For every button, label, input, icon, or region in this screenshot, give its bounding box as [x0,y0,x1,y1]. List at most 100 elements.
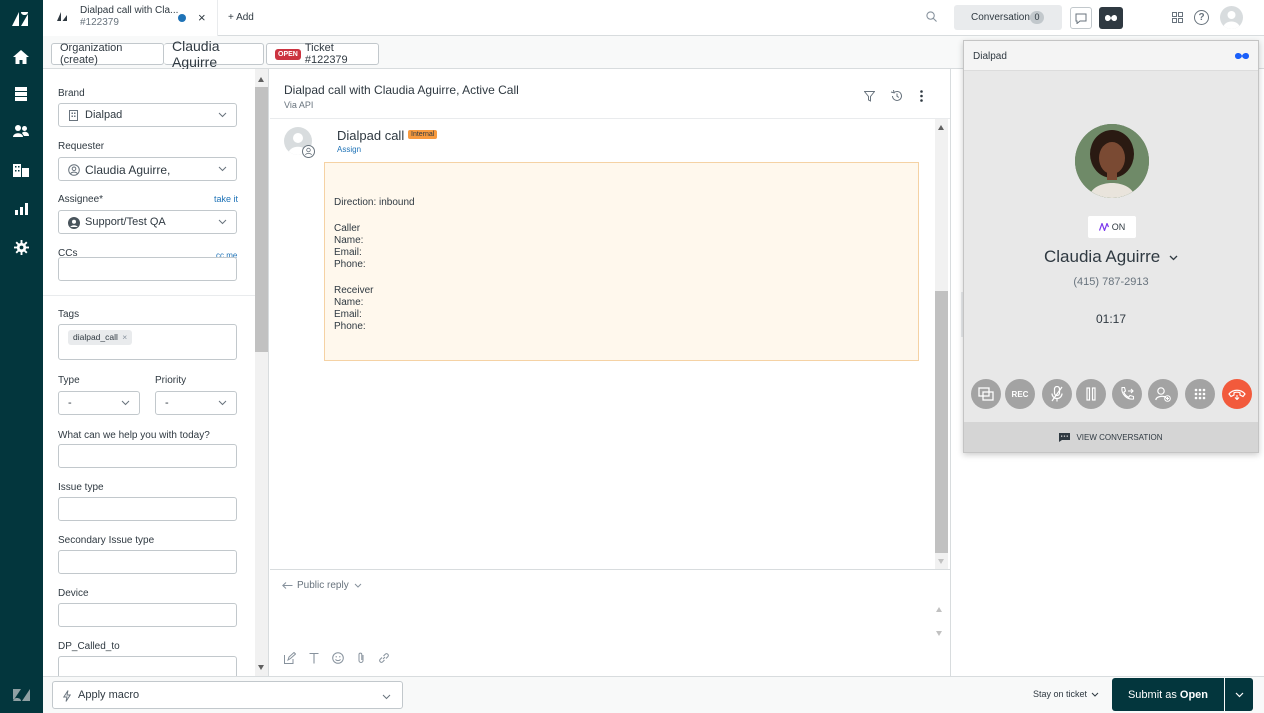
scroll-up-arrow-icon[interactable] [938,125,944,130]
record-button[interactable]: REC [1005,379,1035,409]
brand-label: Brand [58,88,85,99]
microphone-muted-icon [1051,386,1063,402]
reply-scroll-up-icon[interactable] [936,607,942,612]
priority-select[interactable]: - [155,391,237,415]
secondary-issue-input[interactable] [58,550,237,574]
tag-chip[interactable]: dialpad_call × [68,330,133,345]
via-label: Via API [284,100,314,110]
issue-type-input[interactable] [58,497,237,521]
reply-scroll-down-icon[interactable] [936,631,942,636]
chevron-down-icon [1091,692,1099,697]
scroll-up-arrow-icon[interactable] [258,77,264,82]
close-tab-icon[interactable]: × [198,10,206,25]
device-input[interactable] [58,603,237,627]
breadcrumb-organization[interactable]: Organization (create) [51,42,164,66]
merge-call-button[interactable] [971,379,1001,409]
reporting-icon[interactable] [10,198,32,220]
conversations-button[interactable]: Conversations 0 [954,5,1062,30]
ai-toggle[interactable]: ON [1088,216,1136,238]
divider [270,569,950,570]
link-icon[interactable] [378,652,390,664]
hold-button[interactable] [1076,379,1106,409]
divider [270,118,950,119]
submit-prefix: Submit as [1127,688,1177,701]
scrollbar-thumb[interactable] [935,291,948,553]
emoji-icon[interactable] [332,652,344,664]
author-badge-icon [302,145,315,158]
ticket-tab[interactable]: Dialpad call with Cla... #122379 × [43,0,218,36]
brand-building-icon [69,110,78,121]
views-icon[interactable] [10,83,32,105]
lightning-icon [63,690,71,702]
keypad-button[interactable] [1185,379,1215,409]
attachment-icon[interactable] [357,652,365,664]
properties-scrollbar[interactable] [255,69,268,676]
caller-email-label: Email: [334,247,362,258]
scroll-down-arrow-icon[interactable] [938,559,944,564]
mute-button[interactable] [1042,379,1072,409]
chevron-down-icon [1235,692,1243,697]
transfer-call-icon [1121,386,1135,400]
text-format-icon[interactable] [309,652,319,664]
search-icon[interactable] [926,11,937,22]
add-tab-button[interactable]: + Add [228,12,254,23]
home-icon[interactable] [10,46,32,68]
apps-grid-icon[interactable] [1172,12,1183,23]
transfer-button[interactable] [1112,379,1142,409]
caller-name-row[interactable]: Claudia Aguirre [964,247,1258,267]
breadcrumb-requester[interactable]: Claudia Aguirre [164,38,264,70]
hang-up-button[interactable] [1222,379,1252,409]
assignee-select[interactable]: Support/Test QA [58,210,237,234]
submit-options-button[interactable] [1225,678,1253,711]
add-person-icon [1155,387,1171,402]
conversation-scrollbar[interactable] [935,119,948,569]
ticket-properties-panel: Brand Dialpad Requester Claudia Aguirre,… [43,69,269,676]
scrollbar-thumb[interactable] [255,87,268,352]
assign-link[interactable]: Assign [337,145,361,154]
more-options-icon[interactable] [920,90,923,102]
help-field-input[interactable] [58,444,237,468]
stay-on-ticket-label: Stay on ticket [1033,689,1088,699]
view-conversation-label: VIEW CONVERSATION [1076,432,1163,442]
zendesk-bottom-logo-icon[interactable] [10,684,32,706]
chat-icon[interactable] [1070,7,1092,29]
compose-icon[interactable] [284,652,296,664]
dp-called-to-input[interactable] [58,656,237,676]
requester-label: Requester [58,141,105,152]
user-avatar-icon[interactable] [1220,6,1243,29]
reply-type-selector[interactable]: Public reply [282,580,362,591]
zendesk-logo-icon[interactable] [10,8,32,30]
caller-phone: (415) 787-2913 [1073,276,1149,288]
internal-note: Direction: inbound Caller Name: Email: P… [324,162,919,361]
breadcrumb-ticket[interactable]: OPEN Ticket #122379 [266,42,379,66]
message-icon [1059,432,1071,442]
tag-value: dialpad_call [73,332,118,342]
ccs-input[interactable] [58,257,237,281]
submit-button[interactable]: Submit as Open [1112,678,1224,711]
reply-textarea[interactable] [282,597,932,647]
filter-icon[interactable] [864,91,875,102]
admin-gear-icon[interactable] [10,236,32,258]
history-icon[interactable] [890,90,903,102]
conversation-pane: Dialpad call with Claudia Aguirre, Activ… [270,69,950,676]
add-participant-button[interactable] [1148,379,1178,409]
requester-select[interactable]: Claudia Aguirre, [58,157,237,181]
chevron-down-icon [382,694,391,700]
dialpad-app-icon[interactable] [1099,7,1123,29]
remove-tag-icon[interactable]: × [122,332,127,342]
scroll-down-arrow-icon[interactable] [258,665,264,670]
bottom-bar: Apply macro Stay on ticket Submit as Ope… [43,676,1264,713]
reply-arrow-icon [282,581,293,589]
organizations-icon[interactable] [10,158,32,180]
tags-input[interactable]: dialpad_call × [58,324,237,360]
apply-macro-select[interactable]: Apply macro [52,681,403,709]
customers-icon[interactable] [10,120,32,142]
take-it-link[interactable]: take it [214,194,238,204]
dialpad-header-title: Dialpad [973,51,1007,62]
help-icon[interactable]: ? [1194,10,1209,25]
brand-select[interactable]: Dialpad [58,103,237,127]
type-select[interactable]: - [58,391,140,415]
stay-on-ticket-select[interactable]: Stay on ticket [1033,689,1099,699]
view-conversation-button[interactable]: VIEW CONVERSATION [964,422,1258,452]
author-name: Dialpad call [337,128,405,143]
